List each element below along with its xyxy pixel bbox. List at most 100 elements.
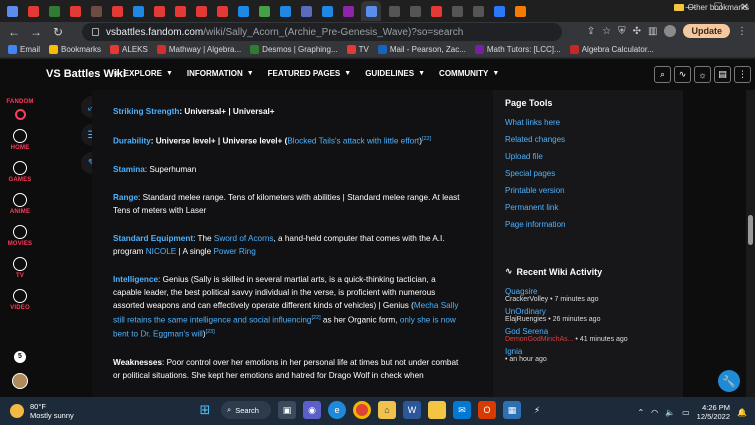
page-tool-link[interactable]: Page information (505, 220, 565, 229)
task-view-icon[interactable]: ▣ (278, 401, 296, 419)
nav-guidelines[interactable]: GUIDELINES ▼ (365, 69, 425, 78)
wifi-icon[interactable]: ◠ (651, 408, 658, 417)
nav-information[interactable]: INFORMATION ▼ (187, 69, 254, 78)
browser-tab[interactable] (214, 3, 230, 19)
nav-explore[interactable]: ✵ EXPLORE ▼ (113, 69, 173, 78)
rail-item-games[interactable]: GAMES (0, 161, 40, 183)
browser-tab[interactable] (512, 3, 528, 19)
bookmark-item[interactable]: Mathway | Algebra... (156, 45, 241, 54)
reload-icon[interactable]: ↻ (50, 25, 66, 39)
ref-22[interactable]: [22] (422, 136, 431, 142)
nicole-link[interactable]: NICOLE (146, 247, 176, 256)
sidebar-icon[interactable]: ▥ (648, 26, 657, 37)
browser-tab[interactable] (172, 3, 188, 19)
nav-featured-pages[interactable]: FEATURED PAGES ▼ (268, 69, 352, 78)
browser-tab[interactable] (193, 3, 209, 19)
bookmark-item[interactable]: TV (346, 45, 369, 54)
user-avatar[interactable] (0, 373, 40, 389)
chevron-up-icon[interactable]: ⌃ (637, 408, 644, 417)
bolt-app-icon[interactable]: ⚡ (528, 401, 546, 419)
bookmark-item[interactable]: Math Tutors: [LCC]... (474, 45, 561, 54)
sword-of-acorns-link[interactable]: Sword of Acorns (214, 234, 274, 243)
rail-item-anime[interactable]: ANIME (0, 193, 40, 215)
activity-page-link[interactable]: UnOrdinary (505, 307, 628, 316)
activity-pulse-icon[interactable]: ∿ (674, 66, 691, 83)
back-arrow-icon[interactable]: ← (6, 25, 22, 39)
windows-start-icon[interactable]: ⊞ (196, 401, 214, 419)
theme-sun-icon[interactable]: ☼ (694, 66, 711, 83)
chrome-icon[interactable] (353, 401, 371, 419)
more-options-icon[interactable]: ⋮ (734, 66, 751, 83)
bookmark-item[interactable]: Bookmarks (49, 45, 101, 54)
browser-tab[interactable] (340, 3, 356, 19)
clock[interactable]: 4:26 PM 12/5/2022 (697, 403, 730, 421)
activity-user-link[interactable]: DemonGodMinchAs... (505, 336, 573, 343)
browser-tab[interactable] (277, 3, 293, 19)
browser-tab[interactable] (428, 3, 444, 19)
chat-icon[interactable]: ◉ (303, 401, 321, 419)
edge-icon[interactable]: e (328, 401, 346, 419)
browser-tab[interactable] (407, 3, 423, 19)
rail-item-home[interactable]: HOME (0, 129, 40, 151)
browser-tab[interactable] (235, 3, 251, 19)
battery-icon[interactable]: ▭ (682, 408, 690, 417)
nav-community[interactable]: COMMUNITY ▼ (439, 69, 499, 78)
calendar-icon[interactable]: ▦ (503, 401, 521, 419)
durability-link[interactable]: Blocked Tails's attack with little effor… (287, 137, 419, 146)
file-explorer-icon[interactable] (428, 401, 446, 419)
browser-tab[interactable] (88, 3, 104, 19)
rail-search[interactable] (0, 109, 40, 120)
page-scrollbar[interactable] (746, 90, 755, 397)
notifications[interactable]: 5 (0, 351, 40, 363)
wrench-tools-icon[interactable]: 🔧 (718, 370, 740, 392)
weather-widget[interactable]: 80°F Mostly sunny (10, 402, 74, 420)
activity-user-link[interactable]: CrackerVolley (505, 296, 548, 303)
bookmark-item[interactable]: Mail - Pearson, Zac... (377, 45, 466, 54)
browser-tab[interactable] (109, 3, 125, 19)
scroll-thumb[interactable] (748, 215, 753, 245)
bookmark-item[interactable]: Email (8, 45, 40, 54)
page-tool-link[interactable]: Related changes (505, 135, 565, 144)
browser-tab[interactable] (151, 3, 167, 19)
browser-tab[interactable] (386, 3, 402, 19)
bookmark-item[interactable]: Desmos | Graphing... (250, 45, 338, 54)
browser-tab[interactable] (361, 1, 381, 21)
browser-tab[interactable] (319, 3, 335, 19)
browser-tab[interactable] (491, 3, 507, 19)
browser-tab[interactable] (449, 3, 465, 19)
taskbar-search[interactable]: ⌕ Search (221, 401, 271, 419)
page-tool-link[interactable]: Permanent link (505, 203, 565, 212)
profile-avatar[interactable] (664, 25, 677, 37)
bookmark-item[interactable]: ALEKS (110, 45, 148, 54)
volume-icon[interactable]: 🔈 (665, 408, 675, 417)
edit-page-icon[interactable]: ▤ (714, 66, 731, 83)
browser-tab[interactable] (298, 3, 314, 19)
menu-kebab-icon[interactable]: ⋮ (737, 26, 747, 37)
page-tool-link[interactable]: Upload file (505, 152, 565, 161)
rail-item-video[interactable]: VIDEO (0, 289, 40, 311)
rail-item-movies[interactable]: MOVIES (0, 225, 40, 247)
power-ring-link[interactable]: Power Ring (213, 247, 255, 256)
other-bookmarks[interactable]: Other bookmarks (673, 3, 749, 12)
activity-page-link[interactable]: Quagsire (505, 287, 628, 296)
bookmark-item[interactable]: Algebra Calculator... (569, 45, 654, 54)
home-icon[interactable]: ⌂ (378, 401, 396, 419)
browser-tab[interactable] (46, 3, 62, 19)
browser-tab[interactable] (67, 3, 83, 19)
share-icon[interactable]: ⇪ (587, 26, 595, 37)
update-button[interactable]: Update (683, 24, 730, 38)
search-icon[interactable]: ⌕ (654, 66, 671, 83)
shield-icon[interactable]: ⛨ (618, 26, 626, 37)
bookmark-star-icon[interactable]: ☆ (602, 26, 611, 37)
browser-tab[interactable] (130, 3, 146, 19)
address-bar[interactable]: vsbattles.fandom.com/wiki/Sally_Acorn_(A… (82, 23, 562, 41)
rail-item-tv[interactable]: TV (0, 257, 40, 279)
browser-tab[interactable] (4, 3, 20, 19)
word-icon[interactable]: W (403, 401, 421, 419)
forward-arrow-icon[interactable]: → (28, 25, 44, 39)
page-tool-link[interactable]: What links here (505, 118, 565, 127)
browser-tab[interactable] (256, 3, 272, 19)
activity-page-link[interactable]: God Serena (505, 327, 628, 336)
activity-user-link[interactable]: ElajRuengies (505, 316, 546, 323)
office-icon[interactable]: O (478, 401, 496, 419)
